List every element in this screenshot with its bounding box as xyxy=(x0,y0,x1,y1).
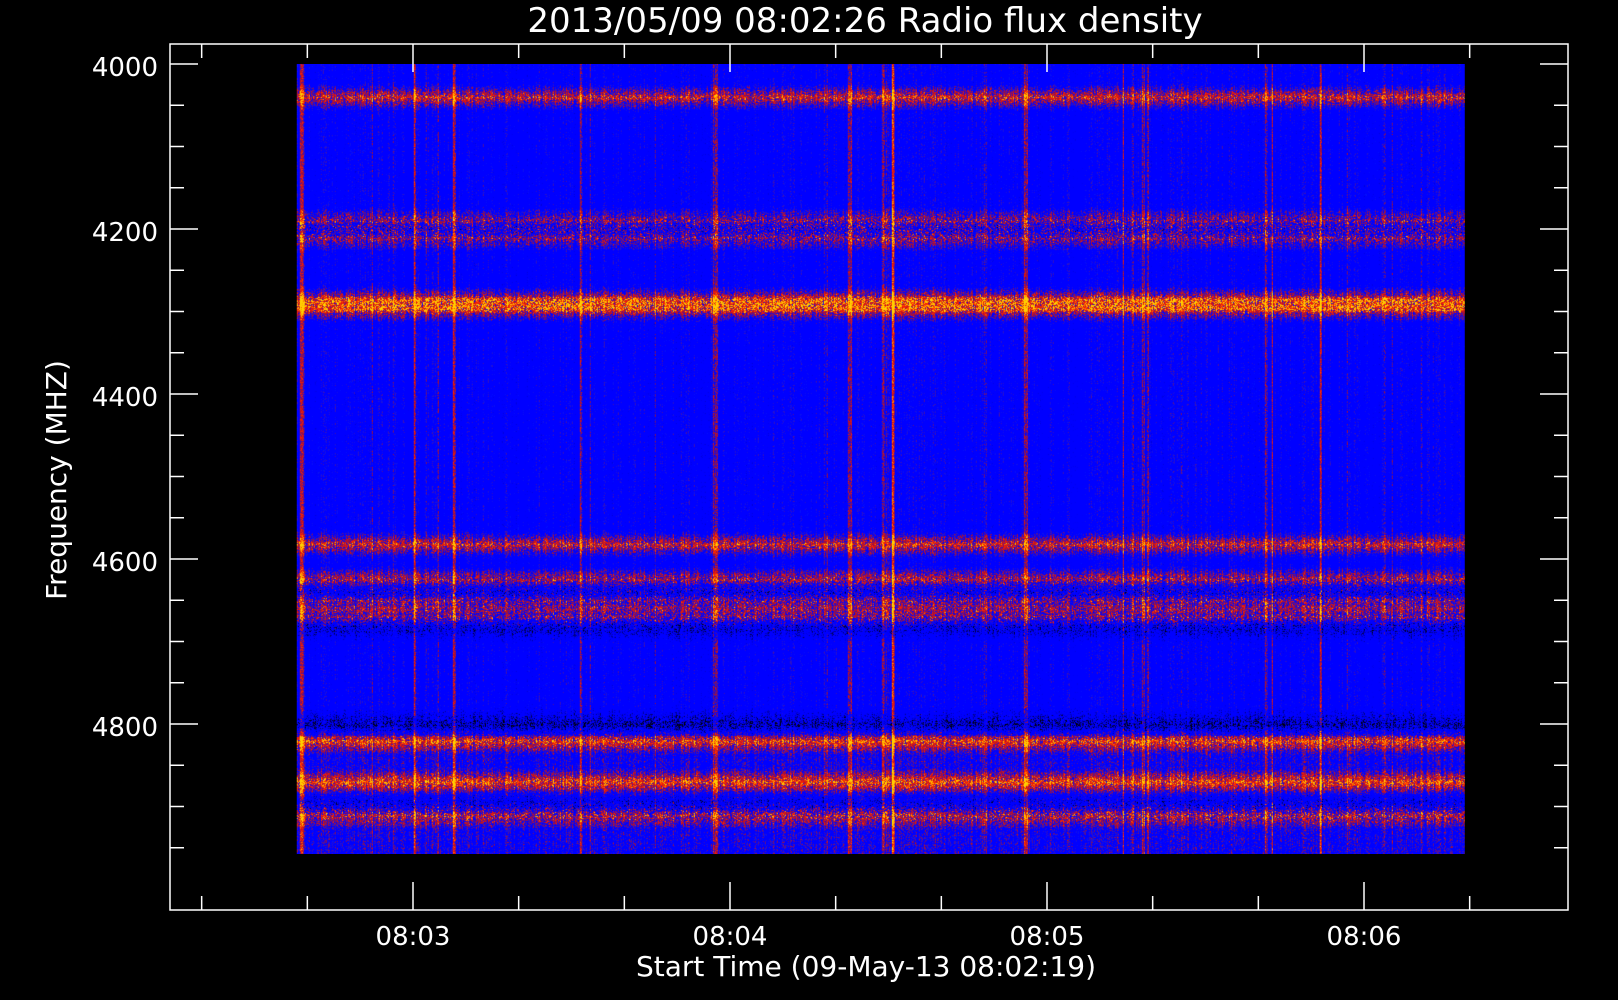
y-tick-label-4400: 4400 xyxy=(92,383,158,413)
x-tick-label-0805: 08:05 xyxy=(1010,922,1085,952)
x-tick-label-0803: 08:03 xyxy=(376,922,451,952)
y-tick-label-4600: 4600 xyxy=(92,548,158,578)
spectrogram-chart: 2013/05/09 08:02:26 Radio flux density 4… xyxy=(40,1,1569,983)
y-tick-labels: 4000 4200 4400 4600 4800 xyxy=(92,53,158,743)
y-tick-label-4200: 4200 xyxy=(92,218,158,248)
x-tick-label-0806: 08:06 xyxy=(1327,922,1402,952)
x-tick-labels: 08:03 08:04 08:05 08:06 xyxy=(376,922,1402,952)
y-axis-label: Frequency (MHZ) xyxy=(40,360,73,600)
heatmap-area xyxy=(296,64,1465,854)
x-tick-label-0804: 08:04 xyxy=(693,922,768,952)
y-tick-label-4000: 4000 xyxy=(92,53,158,83)
x-axis-label: Start Time (09-May-13 08:02:19) xyxy=(636,950,1096,983)
y-tick-label-4800: 4800 xyxy=(92,713,158,743)
heatmap-image xyxy=(296,64,1465,854)
chart-title: 2013/05/09 08:02:26 Radio flux density xyxy=(527,1,1202,41)
